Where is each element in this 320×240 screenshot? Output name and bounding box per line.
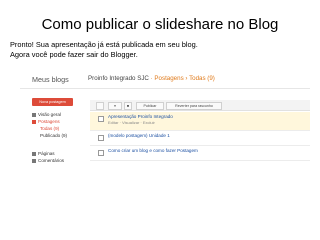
sidebar-item-comments[interactable]: Comentários xyxy=(32,157,64,164)
breadcrumb-filter[interactable]: Todas (9) xyxy=(189,75,215,82)
blogger-screenshot: Meus blogs Proinfo Integrado SJC · Posta… xyxy=(20,75,310,187)
post-checkbox[interactable] xyxy=(98,150,104,156)
breadcrumb-posts[interactable]: Postagens xyxy=(154,75,183,82)
comments-icon xyxy=(32,158,36,163)
post-checkbox[interactable] xyxy=(98,135,104,141)
posts-icon xyxy=(32,119,36,124)
overview-icon xyxy=(32,112,36,117)
breadcrumb-separator: › xyxy=(185,75,188,82)
label-dropdown[interactable]: ▾ xyxy=(108,102,122,110)
caption-line-1: Pronto! Sua apresentação já está publica… xyxy=(10,40,198,49)
my-blogs-link[interactable]: Meus blogs xyxy=(32,75,69,84)
post-title[interactable]: (modelo postagem) Unidade 1 xyxy=(108,133,170,138)
sidebar-item-posts[interactable]: Postagens xyxy=(32,118,60,125)
breadcrumb-separator: · xyxy=(150,75,153,82)
trash-icon: ■ xyxy=(126,104,130,108)
select-all-checkbox[interactable] xyxy=(96,102,104,110)
publish-button[interactable]: Publicar xyxy=(136,102,164,110)
post-title[interactable]: Apresentação Proinfo Integrado xyxy=(108,114,173,119)
post-actions[interactable]: Editar · Visualizar · Excluir xyxy=(108,120,155,125)
header-divider xyxy=(20,88,310,89)
new-post-button[interactable]: Nova postagem xyxy=(32,98,73,106)
blog-name[interactable]: Proinfo Integrado SJC xyxy=(88,75,149,82)
post-row[interactable]: Apresentação Proinfo Integrado Editar · … xyxy=(90,112,310,131)
sidebar-item-pages[interactable]: Páginas xyxy=(32,150,55,157)
sidebar-item-overview[interactable]: Visão geral xyxy=(32,111,61,118)
delete-button[interactable]: ■ xyxy=(124,102,132,110)
caption-line-2: Agora você pode fazer sair do Blogger. xyxy=(10,50,138,59)
post-checkbox[interactable] xyxy=(98,116,104,122)
revert-to-draft-button[interactable]: Reverter para rascunho xyxy=(166,102,222,110)
breadcrumb: Proinfo Integrado SJC · Postagens › Toda… xyxy=(88,75,215,82)
slide-caption: Pronto! Sua apresentação já está publica… xyxy=(10,40,198,60)
pages-icon xyxy=(32,151,36,156)
sidebar-item-published[interactable]: Publicado (9) xyxy=(40,132,67,139)
post-title[interactable]: Como criar um blog e como fazer Postagem xyxy=(108,148,198,153)
post-toolbar: ▾ ■ Publicar Reverter para rascunho xyxy=(90,100,310,111)
slide-title: Como publicar o slideshare no Blog xyxy=(41,16,279,33)
label-icon: ▾ xyxy=(114,104,116,108)
post-row[interactable]: Como criar um blog e como fazer Postagem xyxy=(90,146,310,161)
sidebar-item-all[interactable]: Todas (9) xyxy=(40,125,59,132)
post-row[interactable]: (modelo postagem) Unidade 1 xyxy=(90,131,310,146)
